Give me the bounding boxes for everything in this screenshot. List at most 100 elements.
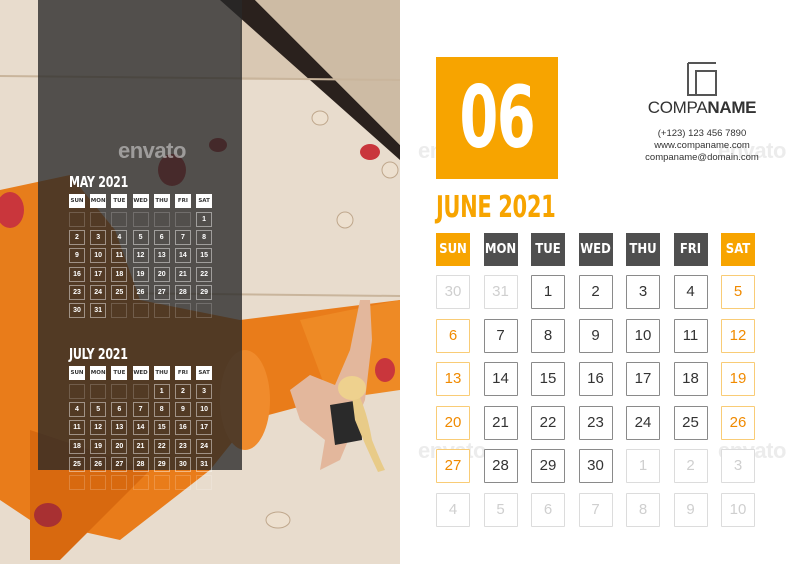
day-cell: 31 bbox=[483, 275, 518, 309]
day-cell: 5 bbox=[721, 275, 755, 309]
day-cell: 3 bbox=[196, 384, 213, 399]
company-email: companame@domain.com bbox=[645, 152, 759, 163]
weekday-label: SUN bbox=[69, 366, 85, 380]
mini-weekday-header: SUN MON TUE WED THU FRI SAT bbox=[69, 366, 219, 380]
day-cell: 26 bbox=[721, 405, 755, 440]
weekday-label: FRI bbox=[673, 233, 708, 266]
day-cell: 9 bbox=[673, 492, 708, 527]
day-cell: 24 bbox=[90, 284, 107, 300]
day-cell: 16 bbox=[69, 266, 85, 282]
day-cell: 18 bbox=[111, 266, 128, 282]
day-cell: 23 bbox=[174, 438, 191, 454]
day-cell: 26 bbox=[90, 456, 107, 472]
day-cell: 8 bbox=[153, 402, 170, 418]
weekday-header: SUN MON TUE WED THU FRI SAT bbox=[436, 233, 755, 266]
company-name: COMPANAME bbox=[641, 98, 763, 118]
day-cell: 20 bbox=[436, 405, 470, 440]
day-cell: 4 bbox=[111, 230, 128, 246]
watermark-text: envato bbox=[118, 138, 186, 163]
day-cell: 27 bbox=[153, 284, 170, 300]
day-cell bbox=[90, 384, 107, 399]
day-cell: 7 bbox=[132, 402, 149, 418]
day-cell: 31 bbox=[196, 456, 213, 472]
day-cell: 10 bbox=[90, 248, 107, 264]
weekday-label: WED bbox=[132, 366, 149, 380]
day-cell: 27 bbox=[111, 456, 128, 472]
day-cell: 27 bbox=[436, 449, 470, 483]
day-cell: 20 bbox=[111, 438, 128, 454]
day-cell: 28 bbox=[174, 284, 191, 300]
day-cell: 15 bbox=[196, 248, 213, 264]
day-cell: 31 bbox=[90, 302, 107, 318]
day-cell: 4 bbox=[436, 492, 470, 527]
company-contact: (+123) 123 456 7890 www.companame.com co… bbox=[630, 128, 774, 164]
june-calendar: SUN MON TUE WED THU FRI SAT 30 31 1 2 3 4 5 6 7 8 9 10 11 1… bbox=[436, 233, 755, 527]
day-cell: 6 bbox=[531, 492, 565, 527]
day-cell bbox=[196, 474, 213, 490]
day-cell: 7 bbox=[483, 318, 518, 353]
day-cell: 10 bbox=[626, 318, 660, 353]
day-cell: 24 bbox=[196, 438, 213, 454]
day-cell bbox=[90, 474, 107, 490]
july-mini-calendar: JULY 2021 SUN MON TUE WED THU FRI SAT 12345678… bbox=[69, 345, 219, 490]
day-cell: 20 bbox=[153, 266, 170, 282]
weekday-label: SAT bbox=[196, 194, 213, 208]
day-cell: 14 bbox=[483, 362, 518, 396]
day-cell bbox=[153, 474, 170, 490]
day-cell: 5 bbox=[90, 402, 107, 418]
weekday-label: SUN bbox=[436, 233, 470, 266]
day-cell: 25 bbox=[111, 284, 128, 300]
company-phone: (+123) 123 456 7890 bbox=[657, 128, 747, 139]
may-mini-calendar: MAY 2021 SUN MON TUE WED THU FRI SAT 123456789… bbox=[69, 173, 219, 318]
day-cell: 1 bbox=[153, 384, 170, 399]
company-name-light: COMPA bbox=[647, 98, 708, 117]
day-cell: 30 bbox=[578, 449, 613, 483]
day-cell: 6 bbox=[436, 318, 470, 353]
company-name-bold: NAME bbox=[707, 98, 757, 117]
day-cell: 29 bbox=[153, 456, 170, 472]
day-cell: 21 bbox=[132, 438, 149, 454]
day-cell: 13 bbox=[436, 362, 470, 396]
day-cell bbox=[132, 212, 149, 227]
day-cell: 13 bbox=[111, 420, 128, 436]
day-cell: 1 bbox=[626, 449, 660, 483]
company-website: www.companame.com bbox=[654, 140, 750, 151]
day-cell: 13 bbox=[153, 248, 170, 264]
day-cell: 15 bbox=[531, 362, 565, 396]
weekday-label: SAT bbox=[721, 233, 755, 266]
day-cell: 3 bbox=[90, 230, 107, 246]
day-cell bbox=[174, 212, 191, 227]
day-cell: 9 bbox=[578, 318, 613, 353]
day-cell: 1 bbox=[196, 212, 213, 227]
day-cell: 11 bbox=[111, 248, 128, 264]
day-cell: 28 bbox=[132, 456, 149, 472]
day-cell: 24 bbox=[626, 405, 660, 440]
day-cell: 10 bbox=[196, 402, 213, 418]
weekday-label: SUN bbox=[69, 194, 85, 208]
weekday-label: MON bbox=[90, 194, 107, 208]
day-cell: 4 bbox=[69, 402, 85, 418]
day-cell: 8 bbox=[196, 230, 213, 246]
day-cell: 17 bbox=[90, 266, 107, 282]
day-cell: 26 bbox=[132, 284, 149, 300]
day-cell: 16 bbox=[174, 420, 191, 436]
day-cell: 2 bbox=[69, 230, 85, 246]
weekday-label: FRI bbox=[174, 194, 191, 208]
company-logo: COMPANAME bbox=[641, 62, 763, 118]
weekday-label: WED bbox=[578, 233, 613, 266]
day-cell bbox=[174, 474, 191, 490]
day-cell bbox=[153, 212, 170, 227]
mini-calendar-title: JULY 2021 bbox=[69, 345, 128, 363]
square-frame-logo-icon bbox=[687, 62, 717, 96]
day-cell: 19 bbox=[132, 266, 149, 282]
day-cell: 17 bbox=[196, 420, 213, 436]
day-cell: 19 bbox=[721, 362, 755, 396]
day-cell: 11 bbox=[69, 420, 85, 436]
day-cell bbox=[153, 302, 170, 318]
day-cell: 22 bbox=[153, 438, 170, 454]
weekday-label: MON bbox=[90, 366, 107, 380]
mini-weekday-header: SUN MON TUE WED THU FRI SAT bbox=[69, 194, 219, 208]
day-cell bbox=[132, 384, 149, 399]
day-cell: 9 bbox=[174, 402, 191, 418]
day-cell bbox=[132, 302, 149, 318]
